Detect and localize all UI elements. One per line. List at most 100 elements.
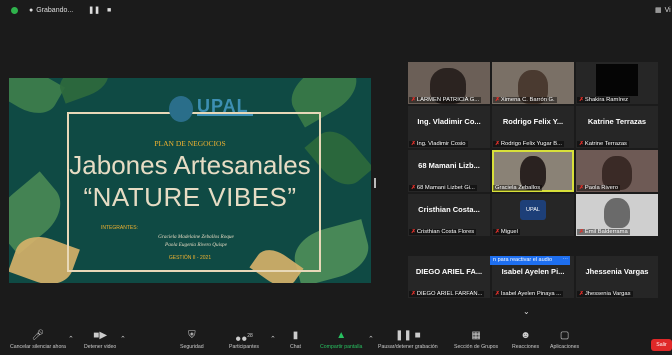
participant-tile[interactable]: Cristhian Costa... ✗Cristhian Costa Flor… (408, 194, 490, 236)
muted-mic-icon: ✗ (495, 291, 500, 297)
participant-tile[interactable]: Katrine Terrazas ✗Katrine Terrazas (576, 106, 658, 148)
participant-display-name: Rodrigo Felix Y... (502, 117, 564, 126)
mute-options-chevron[interactable]: ⌃ (68, 334, 74, 348)
muted-mic-icon: ✗ (579, 141, 584, 147)
muted-mic-icon: ✗ (411, 141, 416, 147)
participant-tile[interactable]: UPAL ✗Miguel (492, 194, 574, 236)
apps-button[interactable]: ▢ Aplicaciones (550, 330, 579, 350)
participant-name: Ximena C. Barrón G. (500, 97, 555, 103)
stop-recording-icon[interactable]: ■ (107, 7, 111, 14)
muted-mic-icon: ✗ (579, 291, 584, 297)
profile-logo: UPAL (520, 200, 546, 220)
participant-label: ✗Jhessenia Vargas (577, 291, 633, 297)
reactions-label: Reacciones (512, 344, 540, 350)
participant-tile[interactable]: ✗Shakira Ramírez (576, 62, 658, 104)
participant-name: DIEGO ARIEL FARFAN... (416, 291, 483, 297)
muted-mic-icon: ✗ (411, 229, 416, 235)
participant-name: Rodrigo Felix Yugar B... (500, 141, 562, 147)
chevron-down-icon[interactable]: ⌄ (523, 307, 530, 316)
unmute-notification[interactable]: n para reactivar el audio ⋯ (490, 256, 570, 265)
rooms-label: Sección de Grupos (454, 344, 499, 350)
participant-tile[interactable]: ✗Emil Balderrama (576, 194, 658, 236)
muted-mic-icon: ✗ (495, 229, 500, 235)
participant-label: ✗Shakira Ramírez (577, 97, 631, 103)
participant-name: 68 Mamani Lizbet Gi... (416, 185, 475, 191)
breakout-rooms-icon: ▦ (471, 330, 481, 341)
leaf-decoration (9, 78, 65, 123)
muted-mic-icon: ✗ (495, 97, 500, 103)
participant-tile[interactable]: ✗Ximena C. Barrón G. (492, 62, 574, 104)
share-screen-button[interactable]: ▲ Compartir pantalla (320, 330, 362, 350)
splitter-handle[interactable] (374, 178, 376, 188)
participant-label: ✗Paola Rivero (577, 185, 621, 191)
participant-tile[interactable]: ✗LARMEN PATRICIA G... (408, 62, 490, 104)
participant-name: LARMEN PATRICIA G... (416, 97, 480, 103)
mute-button[interactable]: 🎤︎ Cancelar silenciar ahora (10, 330, 66, 350)
participant-label: ✗Cristhian Costa Flores (409, 229, 477, 235)
participant-display-name: Jhessenia Vargas (585, 267, 649, 276)
recording-status: Grabando... (36, 6, 74, 14)
more-icon[interactable]: ⋯ (563, 256, 569, 265)
pause-stop-recording-button[interactable]: ❚❚ ■ Pausar/detener grabación (378, 330, 438, 350)
participant-label: ✗DIEGO ARIEL FARFAN... (409, 291, 485, 297)
shield-icon (11, 6, 18, 14)
record-icon: ● (29, 6, 34, 14)
participant-label: ✗Rodrigo Felix Yugar B... (493, 141, 564, 147)
chevron-up-icon: ⌃ (68, 336, 74, 343)
breakout-rooms-button[interactable]: ▦ Sección de Grupos (454, 330, 498, 350)
shared-screen-slide: UPAL PLAN DE NEGOCIOS Jabones Artesanale… (9, 78, 371, 283)
participant-label: ✗Emil Balderrama (577, 229, 630, 235)
participant-label: ✗Isabel Ayelen Pinaya ... (493, 291, 564, 297)
participant-tile[interactable]: Ing. Vladimir Co... ✗Ing. Vladimir Cosio (408, 106, 490, 148)
chat-button[interactable]: ▮ Chat (290, 330, 301, 350)
security-button[interactable]: ⛨ Seguridad (180, 330, 204, 350)
notification-text: n para reactivar el audio (493, 257, 553, 263)
view-button[interactable]: ▦ Vi (655, 6, 671, 15)
reactions-button[interactable]: ☻ Reacciones (512, 330, 539, 350)
participant-name: Emil Balderrama (584, 229, 628, 235)
participant-name: Cristhian Costa Flores (416, 229, 475, 235)
slide-period: GESTIÓN II - 2021 (168, 255, 212, 261)
participant-display-name: 68 Mamani Lizb... (418, 161, 480, 170)
share-options-chevron[interactable]: ⌃ (368, 334, 374, 348)
participant-tile[interactable]: DIEGO ARIEL FA... ✗DIEGO ARIEL FARFAN... (408, 256, 490, 298)
participant-name: Shakira Ramírez (584, 97, 629, 103)
muted-mic-icon: ✗ (579, 229, 584, 235)
view-label: Vi (664, 6, 671, 14)
slide-title-line1: Jabones Artesanales (69, 150, 311, 180)
members-label: INTEGRANTES: (101, 225, 138, 231)
chevron-up-icon: ⌃ (120, 336, 126, 343)
security-label: Seguridad (180, 344, 204, 350)
muted-mic-icon: ✗ (495, 141, 500, 147)
participant-label: Graciela Zeballos (493, 185, 543, 191)
leave-button[interactable]: Salir (651, 339, 672, 351)
top-bar: ● Grabando... ❚❚ ■ ▦ Vi (0, 0, 672, 28)
participant-tile[interactable]: ✗Paola Rivero (576, 150, 658, 192)
participant-tile-active-speaker[interactable]: Graciela Zeballos (492, 150, 574, 192)
participant-name: Jhessenia Vargas (584, 291, 631, 297)
pause-recording-icon[interactable]: ❚❚ (88, 6, 100, 14)
microphone-muted-icon: 🎤︎ (31, 330, 45, 341)
pause-stop-icon: ❚❚ ■ (395, 330, 421, 341)
video-camera-icon: ■▶ (93, 330, 108, 341)
stop-video-button[interactable]: ■▶ Detener video (84, 330, 116, 350)
participant-video (596, 64, 638, 96)
recording-indicator[interactable]: ● Grabando... ❚❚ ■ (11, 6, 111, 14)
logo-emblem-icon (169, 96, 193, 122)
chevron-up-icon: ⌃ (270, 336, 276, 343)
participant-label: ✗68 Mamani Lizbet Gi... (409, 185, 477, 191)
participant-tile[interactable]: 68 Mamani Lizb... ✗68 Mamani Lizbet Gi..… (408, 150, 490, 192)
participant-display-name: Cristhian Costa... (418, 205, 480, 214)
member-name: Paola Eugenia Rivero Quispe (165, 242, 227, 248)
leaf-decoration (55, 78, 113, 104)
participants-button[interactable]: ●●28 Participantes (229, 330, 259, 350)
video-options-chevron[interactable]: ⌃ (120, 334, 126, 348)
participant-tile[interactable]: Rodrigo Felix Y... ✗Rodrigo Felix Yugar … (492, 106, 574, 148)
share-screen-icon: ▲ (336, 330, 347, 341)
participant-display-name: Katrine Terrazas (587, 117, 647, 126)
participant-tile[interactable]: Jhessenia Vargas ✗Jhessenia Vargas (576, 256, 658, 298)
shield-icon: ⛨ (188, 330, 196, 341)
participants-options-chevron[interactable]: ⌃ (270, 334, 276, 348)
apps-icon: ▢ (559, 330, 570, 341)
participant-name: Paola Rivero (584, 185, 619, 191)
